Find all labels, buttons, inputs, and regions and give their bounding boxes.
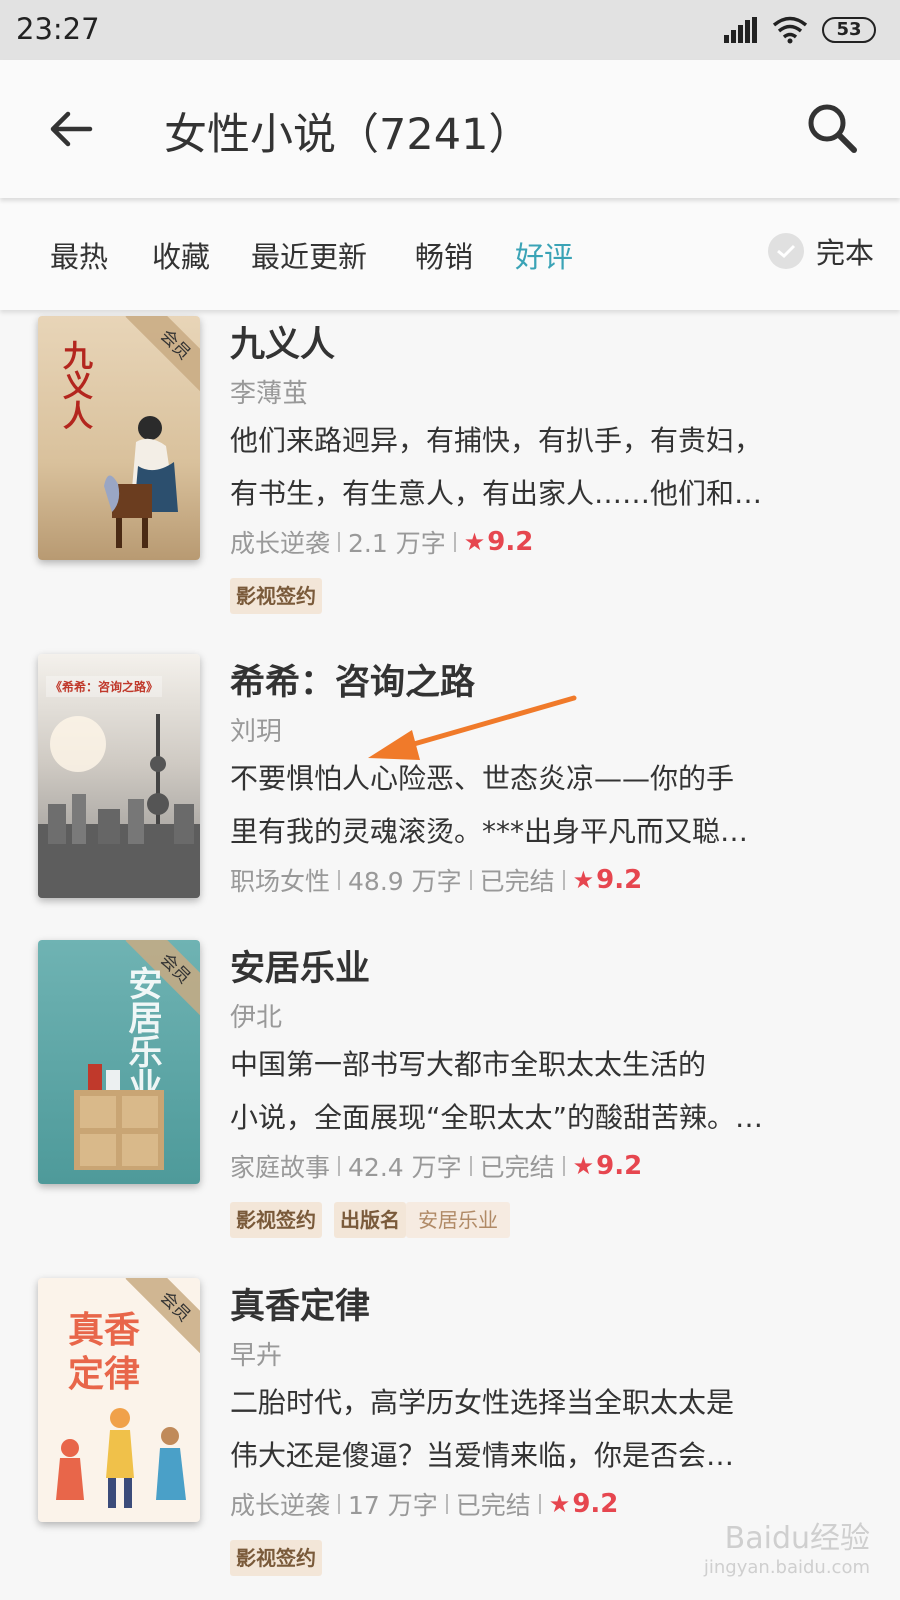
desc-line: 他们来路迥异，有捕快，有扒手，有贵妇，	[230, 424, 763, 457]
desc-line: 二胎时代，高学历女性选择当全职太太是	[230, 1386, 735, 1419]
book-status: 已完结	[479, 1153, 555, 1182]
book-description: 中国第一部书写大都市全职太太生活的 小说，全面展现“全职太太”的酸甜苦辣。…	[230, 1038, 860, 1144]
tag-film-contract: 影视签约	[230, 578, 322, 614]
book-category: 职场女性	[230, 867, 331, 896]
status-bar: 23:27 53	[0, 0, 900, 60]
book-word-count: 17 万字	[348, 1491, 438, 1520]
book-category: 成长逆袭	[230, 529, 331, 558]
book-meta: 职场女性 48.9 万字 已完结 ★ 9.2	[230, 862, 860, 898]
book-item[interactable]: 会员 九义人 九义人 李薄茧 他们来路迥异，有捕快，有扒手，有贵妇， 有书生，有…	[0, 310, 900, 630]
desc-line: 伟大还是傻逼？当爱情来临，你是否会…	[230, 1439, 735, 1472]
book-author: 李薄茧	[230, 379, 309, 409]
book-cover[interactable]: 会员 安居乐业	[38, 940, 200, 1184]
book-category: 成长逆袭	[230, 1491, 331, 1520]
wifi-icon	[772, 16, 808, 44]
tab-bestseller[interactable]: 畅销	[415, 234, 473, 276]
book-title: 真香定律	[230, 1287, 371, 1327]
app-bar: 女性小说（7241）	[0, 60, 900, 198]
book-meta: 家庭故事 42.4 万字 已完结 ★ 9.2	[230, 1148, 860, 1184]
watermark-main: Baidu经验	[724, 1521, 870, 1556]
battery-indicator: 53	[822, 17, 876, 43]
book-word-count: 2.1 万字	[348, 529, 446, 558]
book-description: 他们来路迥异，有捕快，有扒手，有贵妇， 有书生，有生意人，有出家人……他们和…	[230, 414, 860, 520]
search-icon[interactable]	[804, 100, 860, 156]
book-author: 早卉	[230, 1341, 283, 1371]
book-list: 会员 九义人 九义人 李薄茧 他们来路迥异，有捕快，有扒手，有贵妇， 有书生，有…	[0, 310, 900, 1600]
book-tags: 影视签约 出版名 安居乐业	[230, 1202, 860, 1238]
star-icon: ★	[572, 1152, 595, 1180]
check-circle-icon	[767, 233, 804, 269]
annotation-arrow-icon	[368, 695, 577, 760]
tab-recent-update[interactable]: 最近更新	[251, 234, 367, 276]
tab-hottest[interactable]: 最热	[50, 234, 108, 276]
watermark: Baidu经验 jingyan.baidu.com	[704, 1513, 870, 1578]
page-title: 女性小说（7241）	[164, 110, 532, 160]
book-word-count: 42.4 万字	[348, 1153, 462, 1182]
book-meta: 成长逆袭 2.1 万字 ★ 9.2	[230, 524, 860, 560]
book-category: 家庭故事	[230, 1153, 331, 1182]
tab-favorites[interactable]: 收藏	[152, 234, 210, 276]
desc-line: 有书生，有生意人，有出家人……他们和…	[230, 477, 763, 510]
book-item[interactable]: 《希希：咨询之路》 希希：咨询之路 刘玥 不要惧怕人心险恶、世态炎凉——你的手 …	[0, 648, 900, 908]
book-cover[interactable]: 会员 真香 定律	[38, 1278, 200, 1522]
star-icon: ★	[463, 528, 486, 556]
cover-illustration	[56, 1408, 186, 1508]
book-tags: 影视签约	[230, 578, 860, 614]
tag-film-contract: 影视签约	[230, 1202, 322, 1238]
tag-publish-title: 安居乐业	[406, 1202, 510, 1238]
book-item[interactable]: 会员 安居乐业 安居乐业 伊北 中国第一部书写大都市全职太太生活的 小说，全面展…	[0, 934, 900, 1254]
signal-icon	[724, 17, 757, 43]
book-title: 安居乐业	[230, 949, 371, 989]
desc-line: 中国第一部书写大都市全职太太生活的	[230, 1048, 707, 1081]
book-rating: 9.2	[596, 1151, 643, 1181]
book-rating: 9.2	[596, 865, 643, 895]
desc-line: 小说，全面展现“全职太太”的酸甜苦辣。…	[230, 1101, 764, 1134]
book-rating: 9.2	[487, 527, 534, 557]
tag-publish: 出版名	[334, 1202, 406, 1238]
filter-bar: 最热 收藏 最近更新 畅销 好评 完本	[0, 198, 900, 310]
book-title: 九义人	[230, 325, 336, 365]
finished-filter-toggle[interactable]: 完本	[767, 230, 874, 272]
cover-illustration	[38, 714, 200, 898]
watermark-sub: jingyan.baidu.com	[703, 1557, 870, 1578]
back-arrow-icon[interactable]	[46, 104, 96, 154]
book-status: 已完结	[479, 867, 555, 896]
book-description: 二胎时代，高学历女性选择当全职太太是 伟大还是傻逼？当爱情来临，你是否会…	[230, 1376, 860, 1482]
cover-illustration	[104, 416, 178, 548]
book-cover[interactable]: 会员 九义人	[38, 316, 200, 560]
book-cover[interactable]: 《希希：咨询之路》	[38, 654, 200, 898]
finished-label: 完本	[815, 236, 874, 270]
book-rating: 9.2	[572, 1489, 619, 1519]
book-info: 安居乐业 伊北 中国第一部书写大都市全职太太生活的 小说，全面展现“全职太太”的…	[230, 940, 860, 1238]
book-author: 伊北	[230, 1003, 283, 1033]
book-word-count: 48.9 万字	[348, 867, 462, 896]
tag-film-contract: 影视签约	[230, 1540, 322, 1576]
desc-line: 里有我的灵魂滚烫。***出身平凡而又聪…	[230, 815, 749, 848]
status-icons: 53	[724, 16, 876, 44]
tab-top-rated[interactable]: 好评	[515, 234, 573, 276]
status-time: 23:27	[16, 12, 100, 46]
book-info: 九义人 李薄茧 他们来路迥异，有捕快，有扒手，有贵妇， 有书生，有生意人，有出家…	[230, 316, 860, 614]
cover-illustration	[74, 1064, 164, 1170]
star-icon: ★	[572, 866, 595, 894]
tag-publish-label: 出版名	[340, 1208, 400, 1232]
star-icon: ★	[548, 1490, 571, 1518]
book-status: 已完结	[455, 1491, 531, 1520]
